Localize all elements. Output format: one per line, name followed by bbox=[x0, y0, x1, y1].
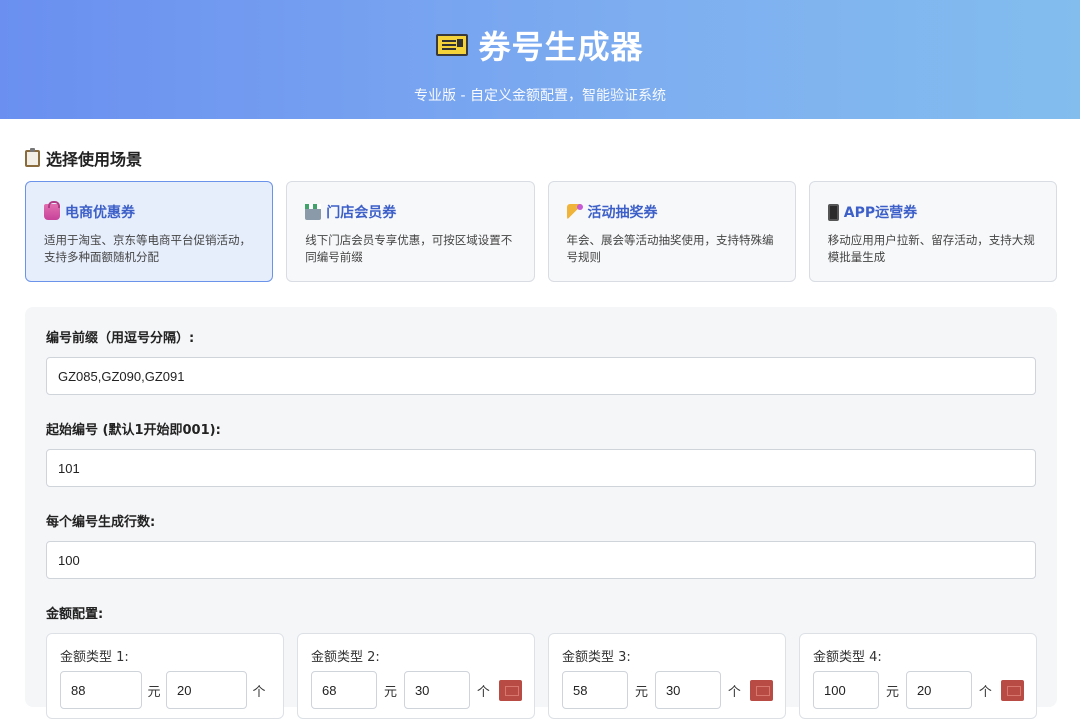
amount-inputs: 元 个 bbox=[813, 671, 1024, 709]
page-title: 券号生成器 bbox=[478, 28, 644, 66]
scene-section-title: 选择使用场景 bbox=[25, 146, 142, 170]
scene-card-title: 电商优惠券 bbox=[65, 205, 135, 221]
scene-card-ecommerce[interactable]: 电商优惠券 适用于淘宝、京东等电商平台促销活动，支持多种面额随机分配 bbox=[25, 181, 274, 282]
header-title-row: 券号生成器 bbox=[436, 22, 643, 68]
scene-card-head: APP运营券 bbox=[827, 202, 1038, 222]
amount-inputs: 元 个 bbox=[60, 671, 271, 709]
amount-unit: 元 bbox=[383, 684, 397, 700]
amount-type-label: 金额类型 2: bbox=[311, 650, 380, 665]
rows-per-prefix-input[interactable] bbox=[46, 541, 1036, 579]
amount-unit: 元 bbox=[634, 684, 648, 700]
rows-per-prefix-label: 每个编号生成行数: bbox=[46, 515, 156, 530]
scene-list: 电商优惠券 适用于淘宝、京东等电商平台促销活动，支持多种面额随机分配 门店会员券… bbox=[25, 181, 1057, 282]
count-unit: 个 bbox=[476, 684, 490, 700]
scene-card-desc: 线下门店会员专享优惠，可按区域设置不同编号前缀 bbox=[305, 233, 513, 264]
scene-card-head: 活动抽奖券 bbox=[566, 202, 777, 222]
count-unit: 个 bbox=[727, 684, 741, 700]
scene-card-desc: 移动应用用户拉新、留存活动，支持大规模批量生成 bbox=[827, 233, 1035, 264]
scene-card-desc: 适用于淘宝、京东等电商平台促销活动，支持多种面额随机分配 bbox=[44, 233, 251, 264]
scene-card-desc: 年会、展会等活动抽奖使用，支持特殊编号规则 bbox=[566, 233, 774, 264]
amount-type-label: 金额类型 3: bbox=[562, 650, 631, 665]
amount-card: 金额类型 1: 元 个 bbox=[46, 633, 284, 719]
shopping-bag-icon bbox=[44, 201, 60, 220]
prefix-label: 编号前缀（用逗号分隔）: bbox=[46, 331, 195, 346]
count-unit: 个 bbox=[978, 684, 992, 700]
scene-card-title: 活动抽奖券 bbox=[587, 205, 658, 221]
scene-section-label: 选择使用场景 bbox=[46, 150, 143, 169]
page-subtitle: 专业版 - 自定义金额配置，智能验证系统 bbox=[414, 88, 666, 104]
amount-type-label: 金额类型 1: bbox=[60, 650, 129, 665]
amount-card: 金额类型 4: 元 个 bbox=[799, 633, 1037, 719]
scene-card-lottery[interactable]: 活动抽奖券 年会、展会等活动抽奖使用，支持特殊编号规则 bbox=[547, 181, 796, 282]
party-popper-icon bbox=[566, 204, 583, 220]
amount-value-input[interactable] bbox=[60, 671, 142, 709]
store-icon bbox=[305, 204, 322, 220]
amount-card: 金额类型 2: 元 个 bbox=[297, 633, 535, 719]
ticket-icon bbox=[436, 34, 469, 56]
scene-card-head: 门店会员券 bbox=[305, 202, 515, 222]
amount-value-input[interactable] bbox=[311, 671, 377, 709]
amount-count-input[interactable] bbox=[905, 671, 972, 709]
start-number-input[interactable] bbox=[46, 449, 1036, 487]
config-panel: 编号前缀（用逗号分隔）: 起始编号 (默认1开始即001): 每个编号生成行数:… bbox=[25, 307, 1057, 719]
amount-inputs: 元 个 bbox=[562, 671, 773, 709]
amount-inputs: 元 个 bbox=[311, 671, 522, 709]
amount-count-input[interactable] bbox=[403, 671, 470, 709]
prefix-input[interactable] bbox=[46, 357, 1036, 395]
amount-unit: 元 bbox=[885, 684, 899, 700]
amount-type-label: 金额类型 4: bbox=[813, 650, 882, 665]
scene-card-title: APP运营券 bbox=[843, 205, 918, 221]
scene-card-store[interactable]: 门店会员券 线下门店会员专享优惠，可按区域设置不同编号前缀 bbox=[286, 181, 535, 282]
scene-card-title: 门店会员券 bbox=[326, 205, 397, 221]
amount-count-input[interactable] bbox=[654, 671, 721, 709]
amount-value-input[interactable] bbox=[562, 671, 628, 709]
clipboard-icon bbox=[25, 147, 40, 167]
amount-value-input[interactable] bbox=[813, 671, 879, 709]
delete-amount-button[interactable] bbox=[749, 679, 773, 701]
amount-card: 金额类型 3: 元 个 bbox=[548, 633, 786, 719]
delete-amount-button[interactable] bbox=[498, 679, 522, 701]
scene-card-app[interactable]: APP运营券 移动应用用户拉新、留存活动，支持大规模批量生成 bbox=[808, 181, 1057, 282]
page-header: 券号生成器 专业版 - 自定义金额配置，智能验证系统 bbox=[0, 0, 1080, 119]
scene-card-head: 电商优惠券 bbox=[44, 201, 254, 222]
mobile-phone-icon bbox=[827, 203, 839, 221]
amount-config-label: 金额配置: bbox=[46, 607, 104, 622]
delete-amount-button[interactable] bbox=[1000, 679, 1024, 701]
amount-count-input[interactable] bbox=[166, 671, 247, 709]
count-unit: 个 bbox=[252, 684, 266, 700]
amount-config-list: 金额类型 1: 元 个 金额类型 2: 元 个 金额类型 3: 元 bbox=[46, 633, 1037, 719]
amount-unit: 元 bbox=[147, 684, 161, 700]
start-number-label: 起始编号 (默认1开始即001): bbox=[46, 423, 221, 438]
